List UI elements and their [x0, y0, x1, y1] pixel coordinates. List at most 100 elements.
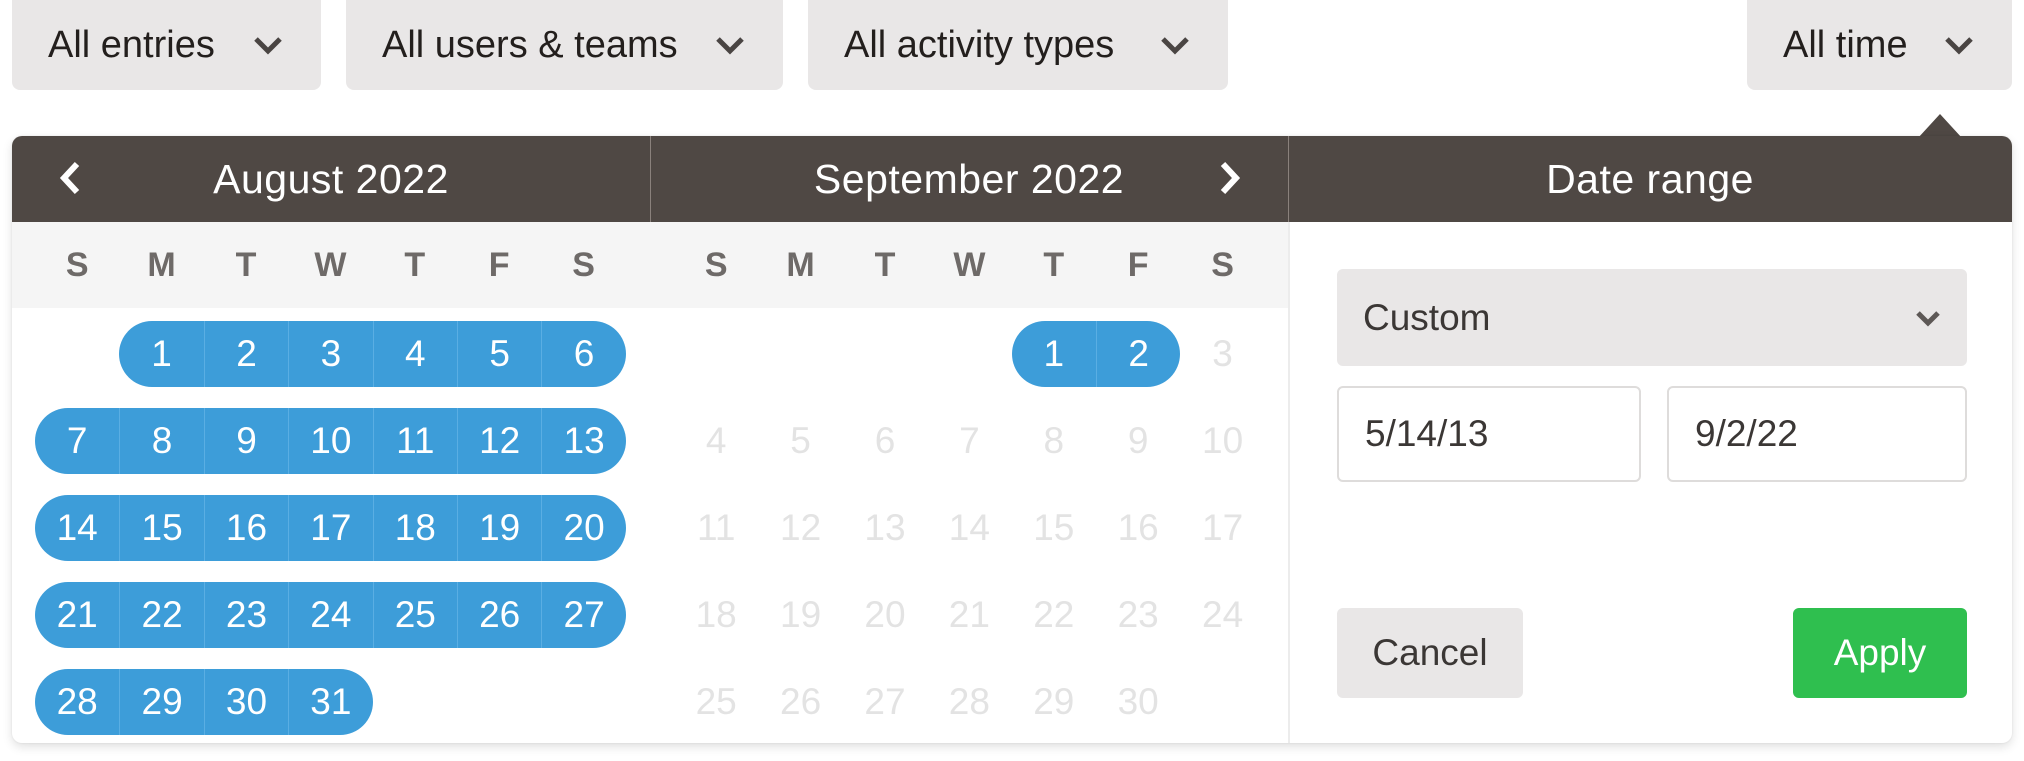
calendar-day-disabled: 26 — [780, 681, 822, 722]
chevron-down-icon — [1915, 309, 1941, 327]
calendar-day-disabled: 20 — [864, 594, 906, 635]
calendar-day-selected[interactable]: 30 — [203, 669, 289, 735]
calendar-day-disabled: 29 — [1033, 681, 1075, 722]
weekday-label: T — [874, 246, 896, 284]
activity-types-filter-dropdown[interactable]: All activity types — [808, 0, 1228, 90]
calendar-day-selected[interactable]: 26 — [457, 582, 542, 648]
calendar-day-disabled: 25 — [695, 681, 737, 722]
calendar-day-selected[interactable]: 31 — [288, 669, 373, 735]
calendar-day-selected[interactable]: 6 — [541, 321, 626, 387]
weekday-label: F — [1127, 246, 1149, 284]
panel-divider — [1288, 222, 1290, 743]
next-month-button[interactable] — [1208, 158, 1252, 202]
chevron-down-icon — [1158, 28, 1192, 62]
calendar-day-selected[interactable]: 15 — [119, 495, 204, 561]
calendar-day-disabled: 28 — [948, 681, 990, 722]
weekday-label: W — [953, 246, 986, 284]
calendar-day-selected[interactable]: 23 — [203, 582, 289, 648]
to-date-input[interactable] — [1667, 386, 1967, 482]
calendar-day-disabled: 11 — [696, 507, 736, 548]
popover-caret — [1918, 114, 1962, 138]
calendar-day-selected[interactable]: 24 — [288, 582, 373, 648]
calendar-day-disabled: 27 — [864, 681, 906, 722]
weekday-header-row: SMTWTFSSMTWTFS — [12, 222, 1288, 308]
calendar-day-selected[interactable]: 10 — [288, 408, 373, 474]
calendar-day-selected[interactable]: 2 — [203, 321, 289, 387]
calendar-day-disabled: 13 — [864, 507, 906, 548]
weekday-label: F — [488, 246, 510, 284]
activity-types-filter-label: All activity types — [844, 23, 1115, 66]
date-range-preset-value: Custom — [1363, 296, 1491, 338]
calendar-day-disabled: 22 — [1033, 594, 1075, 635]
calendar-day-selected[interactable]: 17 — [288, 495, 373, 561]
calendar-day-disabled: 23 — [1117, 594, 1159, 635]
calendar-day-disabled: 19 — [780, 594, 822, 635]
calendar-day-disabled: 21 — [948, 594, 990, 635]
date-range-preset-select[interactable]: Custom — [1337, 269, 1967, 366]
calendar-day-disabled: 3 — [1212, 333, 1233, 374]
date-range-title: Date range — [1546, 156, 1754, 202]
weekday-label: S — [65, 246, 89, 284]
weekday-label: T — [235, 246, 257, 284]
calendar-day-selected[interactable]: 1 — [1011, 321, 1096, 387]
calendar-day-disabled: 30 — [1117, 681, 1159, 722]
calendar-day-disabled: 9 — [1127, 420, 1149, 461]
month-title-september: September 2022 — [813, 156, 1125, 202]
month-title-august: August 2022 — [213, 156, 449, 202]
weekday-label: S — [572, 246, 595, 284]
calendar-day-selected[interactable]: 28 — [35, 669, 120, 735]
calendar-day-selected[interactable]: 1 — [119, 321, 204, 387]
calendar-day-selected[interactable]: 8 — [119, 408, 204, 474]
calendar-day-selected[interactable]: 7 — [35, 408, 120, 474]
calendar-day-disabled: 10 — [1202, 420, 1244, 461]
chevron-down-icon — [713, 28, 747, 62]
calendar-day-selected[interactable]: 22 — [119, 582, 204, 648]
calendar-day-selected[interactable]: 2 — [1096, 321, 1181, 387]
chevron-right-icon — [1218, 160, 1242, 201]
entries-filter-dropdown[interactable]: All entries — [12, 0, 321, 90]
weekday-label: M — [147, 246, 176, 284]
calendar-day-selected[interactable]: 16 — [203, 495, 289, 561]
calendar-day-selected[interactable]: 25 — [372, 582, 457, 648]
calendar-day-selected[interactable]: 12 — [457, 408, 542, 474]
date-picker-popover: August 2022 September 2022 Date range S M… — [12, 136, 2012, 743]
calendar-day-selected[interactable]: 18 — [372, 495, 457, 561]
calendar-day-selected[interactable]: 13 — [541, 408, 626, 474]
apply-button[interactable]: Apply — [1793, 608, 1967, 698]
calendar-day-disabled: 6 — [874, 420, 896, 461]
calendar-day-disabled: 16 — [1117, 507, 1159, 548]
calendar-day-selected[interactable]: 9 — [203, 408, 289, 474]
chevron-down-icon — [251, 28, 285, 62]
users-teams-filter-label: All users & teams — [382, 23, 678, 66]
calendar-day-selected[interactable]: 14 — [35, 495, 120, 561]
users-teams-filter-dropdown[interactable]: All users & teams — [346, 0, 783, 90]
time-filter-dropdown[interactable]: All time — [1747, 0, 2012, 90]
calendar-day-disabled: 4 — [705, 420, 727, 461]
weekday-label: T — [404, 246, 426, 284]
weekday-label: W — [314, 246, 347, 284]
calendar-day-selected[interactable]: 4 — [372, 321, 457, 387]
calendar-day-disabled: 17 — [1202, 507, 1244, 548]
calendar-day-selected[interactable]: 21 — [35, 582, 120, 648]
chevron-down-icon — [1942, 28, 1976, 62]
calendar-day-selected[interactable]: 19 — [457, 495, 542, 561]
calendar-day-disabled: 14 — [948, 507, 990, 548]
calendar-day-disabled: 7 — [959, 420, 980, 461]
calendar-day-disabled: 18 — [695, 594, 737, 635]
calendar-day-selected[interactable]: 11 — [372, 408, 457, 474]
calendar-day-selected[interactable]: 20 — [541, 495, 626, 561]
cancel-button[interactable]: Cancel — [1337, 608, 1523, 698]
calendar-day-disabled: 5 — [790, 420, 811, 461]
weekday-label: S — [704, 246, 728, 284]
date-picker-header: August 2022 September 2022 Date range — [12, 136, 2012, 222]
calendar-day-selected[interactable]: 3 — [288, 321, 373, 387]
entries-filter-label: All entries — [48, 23, 215, 66]
calendar-day-selected[interactable]: 5 — [457, 321, 542, 387]
calendar-day-disabled: 8 — [1043, 420, 1065, 461]
calendar-day-disabled: 12 — [780, 507, 822, 548]
weekday-label: M — [786, 246, 815, 284]
calendar-day-selected[interactable]: 29 — [119, 669, 204, 735]
calendar-day-selected[interactable]: 27 — [541, 582, 626, 648]
from-date-input[interactable] — [1337, 386, 1641, 482]
calendar-day-disabled: 15 — [1033, 507, 1075, 548]
